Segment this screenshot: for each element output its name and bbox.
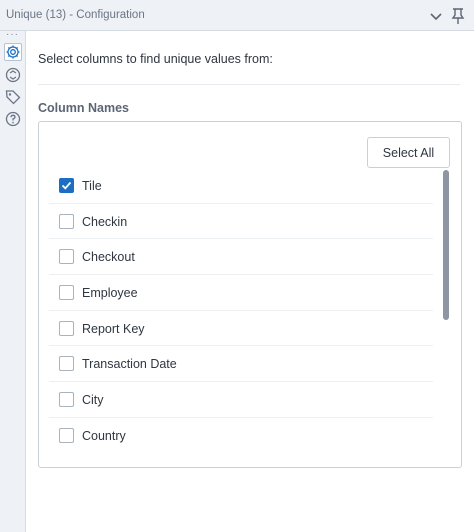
column-checkbox[interactable]: [59, 213, 74, 229]
help-icon[interactable]: [4, 110, 22, 128]
checkmark-icon: [61, 181, 72, 190]
section-label: Column Names: [38, 101, 129, 115]
column-label: Country: [82, 428, 126, 443]
select-all-button[interactable]: Select All: [367, 137, 450, 168]
column-checkbox[interactable]: [59, 178, 74, 193]
column-checkbox[interactable]: [59, 392, 74, 408]
column-checkbox[interactable]: [59, 320, 74, 336]
column-row[interactable]: Country: [49, 418, 433, 454]
window-title: Unique (13) - Configuration: [6, 9, 145, 21]
column-row[interactable]: Transaction Date: [49, 346, 433, 383]
column-row[interactable]: Checkout: [49, 239, 433, 276]
instruction-text: Select columns to find unique values fro…: [38, 52, 273, 66]
config-sidebar: ···: [0, 30, 26, 532]
column-label: Checkout: [82, 250, 135, 265]
column-row[interactable]: Employee: [49, 275, 433, 311]
scrollbar-thumb[interactable]: [443, 170, 449, 320]
column-checkbox[interactable]: [59, 285, 74, 301]
more-icon[interactable]: ···: [6, 30, 20, 40]
column-row[interactable]: Checkin: [49, 204, 433, 240]
column-checkbox[interactable]: [59, 427, 74, 443]
column-checkbox[interactable]: [59, 249, 74, 265]
column-label: City: [82, 393, 104, 408]
window-titlebar: Unique (13) - Configuration: [0, 0, 474, 31]
config-content: Select columns to find unique values fro…: [26, 31, 474, 532]
column-label: Employee: [82, 286, 138, 301]
divider: [38, 84, 460, 85]
column-checkbox[interactable]: [59, 356, 74, 372]
tag-icon[interactable]: [4, 88, 22, 106]
column-label: Report Key: [82, 321, 145, 336]
column-row[interactable]: Report Key: [49, 311, 433, 347]
column-row[interactable]: Tile: [49, 168, 433, 204]
column-row[interactable]: City: [49, 382, 433, 418]
gear-icon[interactable]: [4, 43, 22, 61]
column-label: Transaction Date: [82, 357, 177, 372]
chevron-down-icon[interactable]: [428, 8, 444, 24]
column-list: Tile Checkin Checkout Employee Report Key Tra…: [49, 168, 433, 454]
column-label: Tile: [82, 179, 102, 193]
column-label: Checkin: [82, 214, 128, 229]
pin-icon[interactable]: [450, 7, 466, 25]
column-list-panel: Select All Tile Checkin Checkout Employee Re…: [38, 121, 462, 468]
connection-icon[interactable]: [4, 66, 22, 84]
